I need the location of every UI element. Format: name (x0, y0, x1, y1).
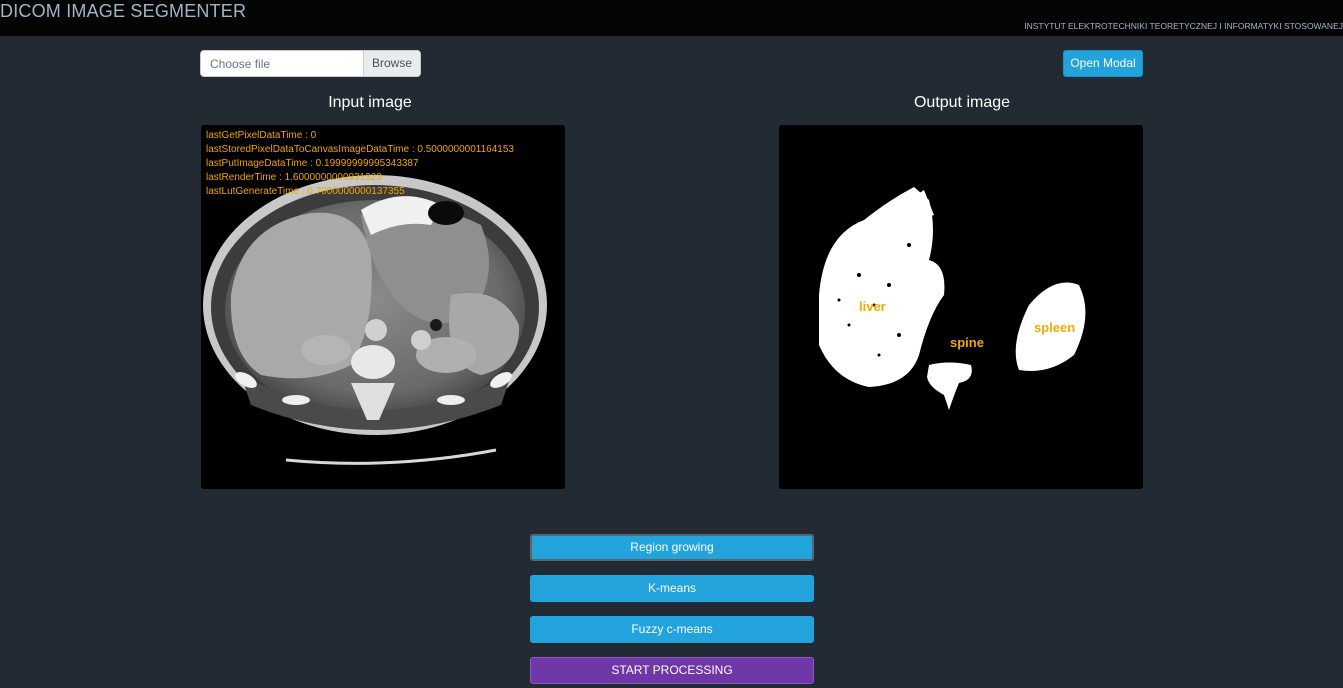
top-navbar: DICOM IMAGE SEGMENTER INSTYTUT ELEKTROTE… (0, 0, 1343, 36)
spine-mask (927, 362, 972, 410)
browse-button[interactable]: Browse (363, 51, 420, 76)
app-title: DICOM IMAGE SEGMENTER (0, 1, 247, 21)
stat-stored-pixel-data-time: lastStoredPixelDataToCanvasImageDataTime… (206, 144, 514, 155)
stat-put-image-data-time: lastPutImageDataTime : 0.199999999953433… (206, 158, 419, 169)
institute-name: INSTYTUT ELEKTROTECHNIKI TEORETYCZNEJ I … (1024, 21, 1343, 31)
input-image-canvas[interactable]: lastGetPixelDataTime : 0 lastStoredPixel… (201, 125, 565, 489)
input-image-title: Input image (328, 94, 412, 111)
segmentation-mask (819, 187, 1086, 410)
region-growing-button[interactable]: Region growing (530, 534, 814, 561)
open-modal-button[interactable]: Open Modal (1063, 50, 1143, 77)
stat-render-time: lastRenderTime : 1.6000000000931323 (206, 172, 382, 183)
output-image-canvas[interactable]: liver spine spleen (779, 125, 1143, 489)
fuzzy-cmeans-button[interactable]: Fuzzy c-means (530, 616, 814, 643)
spine-label: spine (950, 335, 984, 350)
file-input[interactable]: Choose file Browse (200, 50, 421, 77)
output-image-title: Output image (913, 94, 1011, 111)
kmeans-button[interactable]: K-means (530, 575, 814, 602)
liver-label: liver (859, 299, 886, 314)
render-stats: lastGetPixelDataTime : 0 lastStoredPixel… (206, 129, 514, 199)
file-input-placeholder: Choose file (210, 57, 271, 71)
stat-lut-generate-time: lastLutGenerateTime : 0.7000000000137355 (206, 186, 405, 197)
stat-get-pixel-data-time: lastGetPixelDataTime : 0 (206, 130, 317, 141)
start-processing-button[interactable]: START PROCESSING (530, 657, 814, 684)
spleen-label: spleen (1034, 320, 1076, 335)
